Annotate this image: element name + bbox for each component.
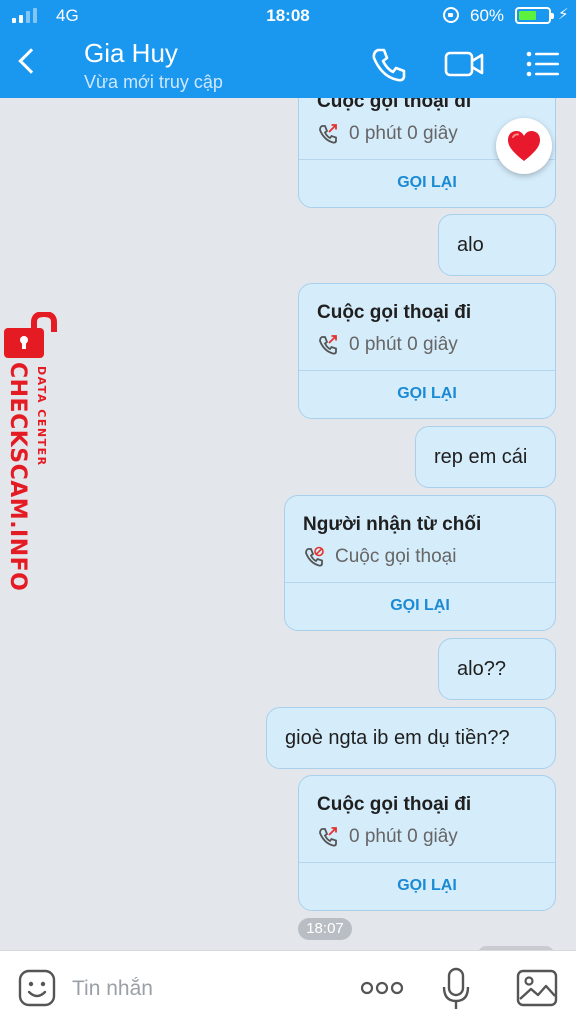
call-detail: 0 phút 0 giây bbox=[317, 123, 458, 145]
contact-status: Vừa mới truy cập bbox=[84, 72, 223, 92]
card-divider bbox=[285, 582, 555, 583]
call-detail: 0 phút 0 giây bbox=[317, 826, 458, 848]
message-input[interactable] bbox=[72, 973, 332, 1005]
call-title: Cuộc gọi thoại đi bbox=[317, 794, 472, 815]
video-call-button[interactable] bbox=[443, 44, 485, 84]
photo-button[interactable] bbox=[516, 969, 558, 1007]
watermark-sub: DATA CENTER bbox=[35, 366, 48, 467]
call-message[interactable]: Cuộc gọi thoại đi 0 phút 0 giây GỌI LẠI bbox=[298, 775, 556, 911]
text-message[interactable]: rep em cái bbox=[415, 426, 556, 488]
watermark-main: CHECKSCAM.INFO bbox=[5, 362, 30, 592]
card-divider bbox=[299, 370, 555, 371]
padlock-icon bbox=[4, 312, 57, 358]
image-icon bbox=[516, 969, 558, 1007]
call-duration: 0 phút 0 giây bbox=[349, 123, 458, 144]
phone-icon bbox=[372, 48, 406, 82]
heart-icon bbox=[508, 131, 540, 161]
sticker-button[interactable] bbox=[18, 969, 56, 1007]
voice-message-button[interactable] bbox=[440, 967, 472, 1011]
battery-icon bbox=[515, 7, 554, 24]
outgoing-call-icon bbox=[319, 124, 337, 144]
call-back-button[interactable]: GỌI LẠI bbox=[285, 584, 555, 628]
call-title: Người nhận từ chối bbox=[303, 514, 482, 535]
call-duration: 0 phút 0 giây bbox=[349, 334, 458, 355]
call-back-button[interactable]: GỌI LẠI bbox=[299, 864, 555, 908]
watermark: CHECKSCAM.INFO DATA CENTER bbox=[0, 362, 60, 602]
contact-name[interactable]: Gia Huy bbox=[84, 38, 178, 69]
more-options-button[interactable] bbox=[360, 979, 404, 997]
text-message[interactable]: gioè ngta ib em dụ tiền?? bbox=[266, 707, 556, 769]
heart-reaction[interactable] bbox=[496, 118, 552, 174]
message-timestamp: 18:07 bbox=[298, 918, 352, 940]
outgoing-call-icon bbox=[319, 335, 337, 355]
charging-icon: ⚡ bbox=[558, 6, 569, 23]
chat-header: 4G 18:08 60% ⚡ Gia Huy Vừa mới truy cập bbox=[0, 0, 576, 98]
call-message[interactable]: Người nhận từ chối Cuộc gọi thoại GỌI LẠ… bbox=[284, 495, 556, 631]
status-bar: 4G 18:08 60% ⚡ bbox=[0, 0, 576, 34]
voice-call-button[interactable] bbox=[367, 44, 409, 84]
ellipsis-icon bbox=[360, 981, 404, 995]
smiley-icon bbox=[18, 969, 56, 1007]
menu-button[interactable] bbox=[522, 44, 564, 84]
battery-percent: 60% bbox=[470, 6, 505, 25]
call-title: Cuộc gọi thoại đi bbox=[317, 302, 472, 323]
text-message[interactable]: alo?? bbox=[438, 638, 556, 700]
declined-call-icon bbox=[305, 546, 324, 567]
call-title: Cuộc gọi thoại đi bbox=[317, 98, 472, 112]
list-menu-icon bbox=[526, 51, 559, 77]
back-button[interactable] bbox=[18, 48, 44, 74]
call-detail: Cuộc gọi thoại bbox=[303, 546, 456, 568]
rotation-lock-icon bbox=[443, 7, 459, 23]
message-list[interactable]: Cuộc gọi thoại đi 0 phút 0 giây GỌI LẠI … bbox=[0, 98, 576, 950]
outgoing-call-icon bbox=[319, 827, 337, 847]
card-divider bbox=[299, 862, 555, 863]
call-message[interactable]: Cuộc gọi thoại đi 0 phút 0 giây GỌI LẠI bbox=[298, 283, 556, 419]
call-duration: 0 phút 0 giây bbox=[349, 826, 458, 847]
call-type: Cuộc gọi thoại bbox=[335, 546, 457, 567]
text-message[interactable]: alo bbox=[438, 214, 556, 276]
video-camera-icon bbox=[444, 51, 484, 77]
microphone-icon bbox=[442, 967, 470, 1009]
composer bbox=[0, 950, 576, 1024]
call-detail: 0 phút 0 giây bbox=[317, 334, 458, 356]
call-back-button[interactable]: GỌI LẠI bbox=[299, 372, 555, 416]
